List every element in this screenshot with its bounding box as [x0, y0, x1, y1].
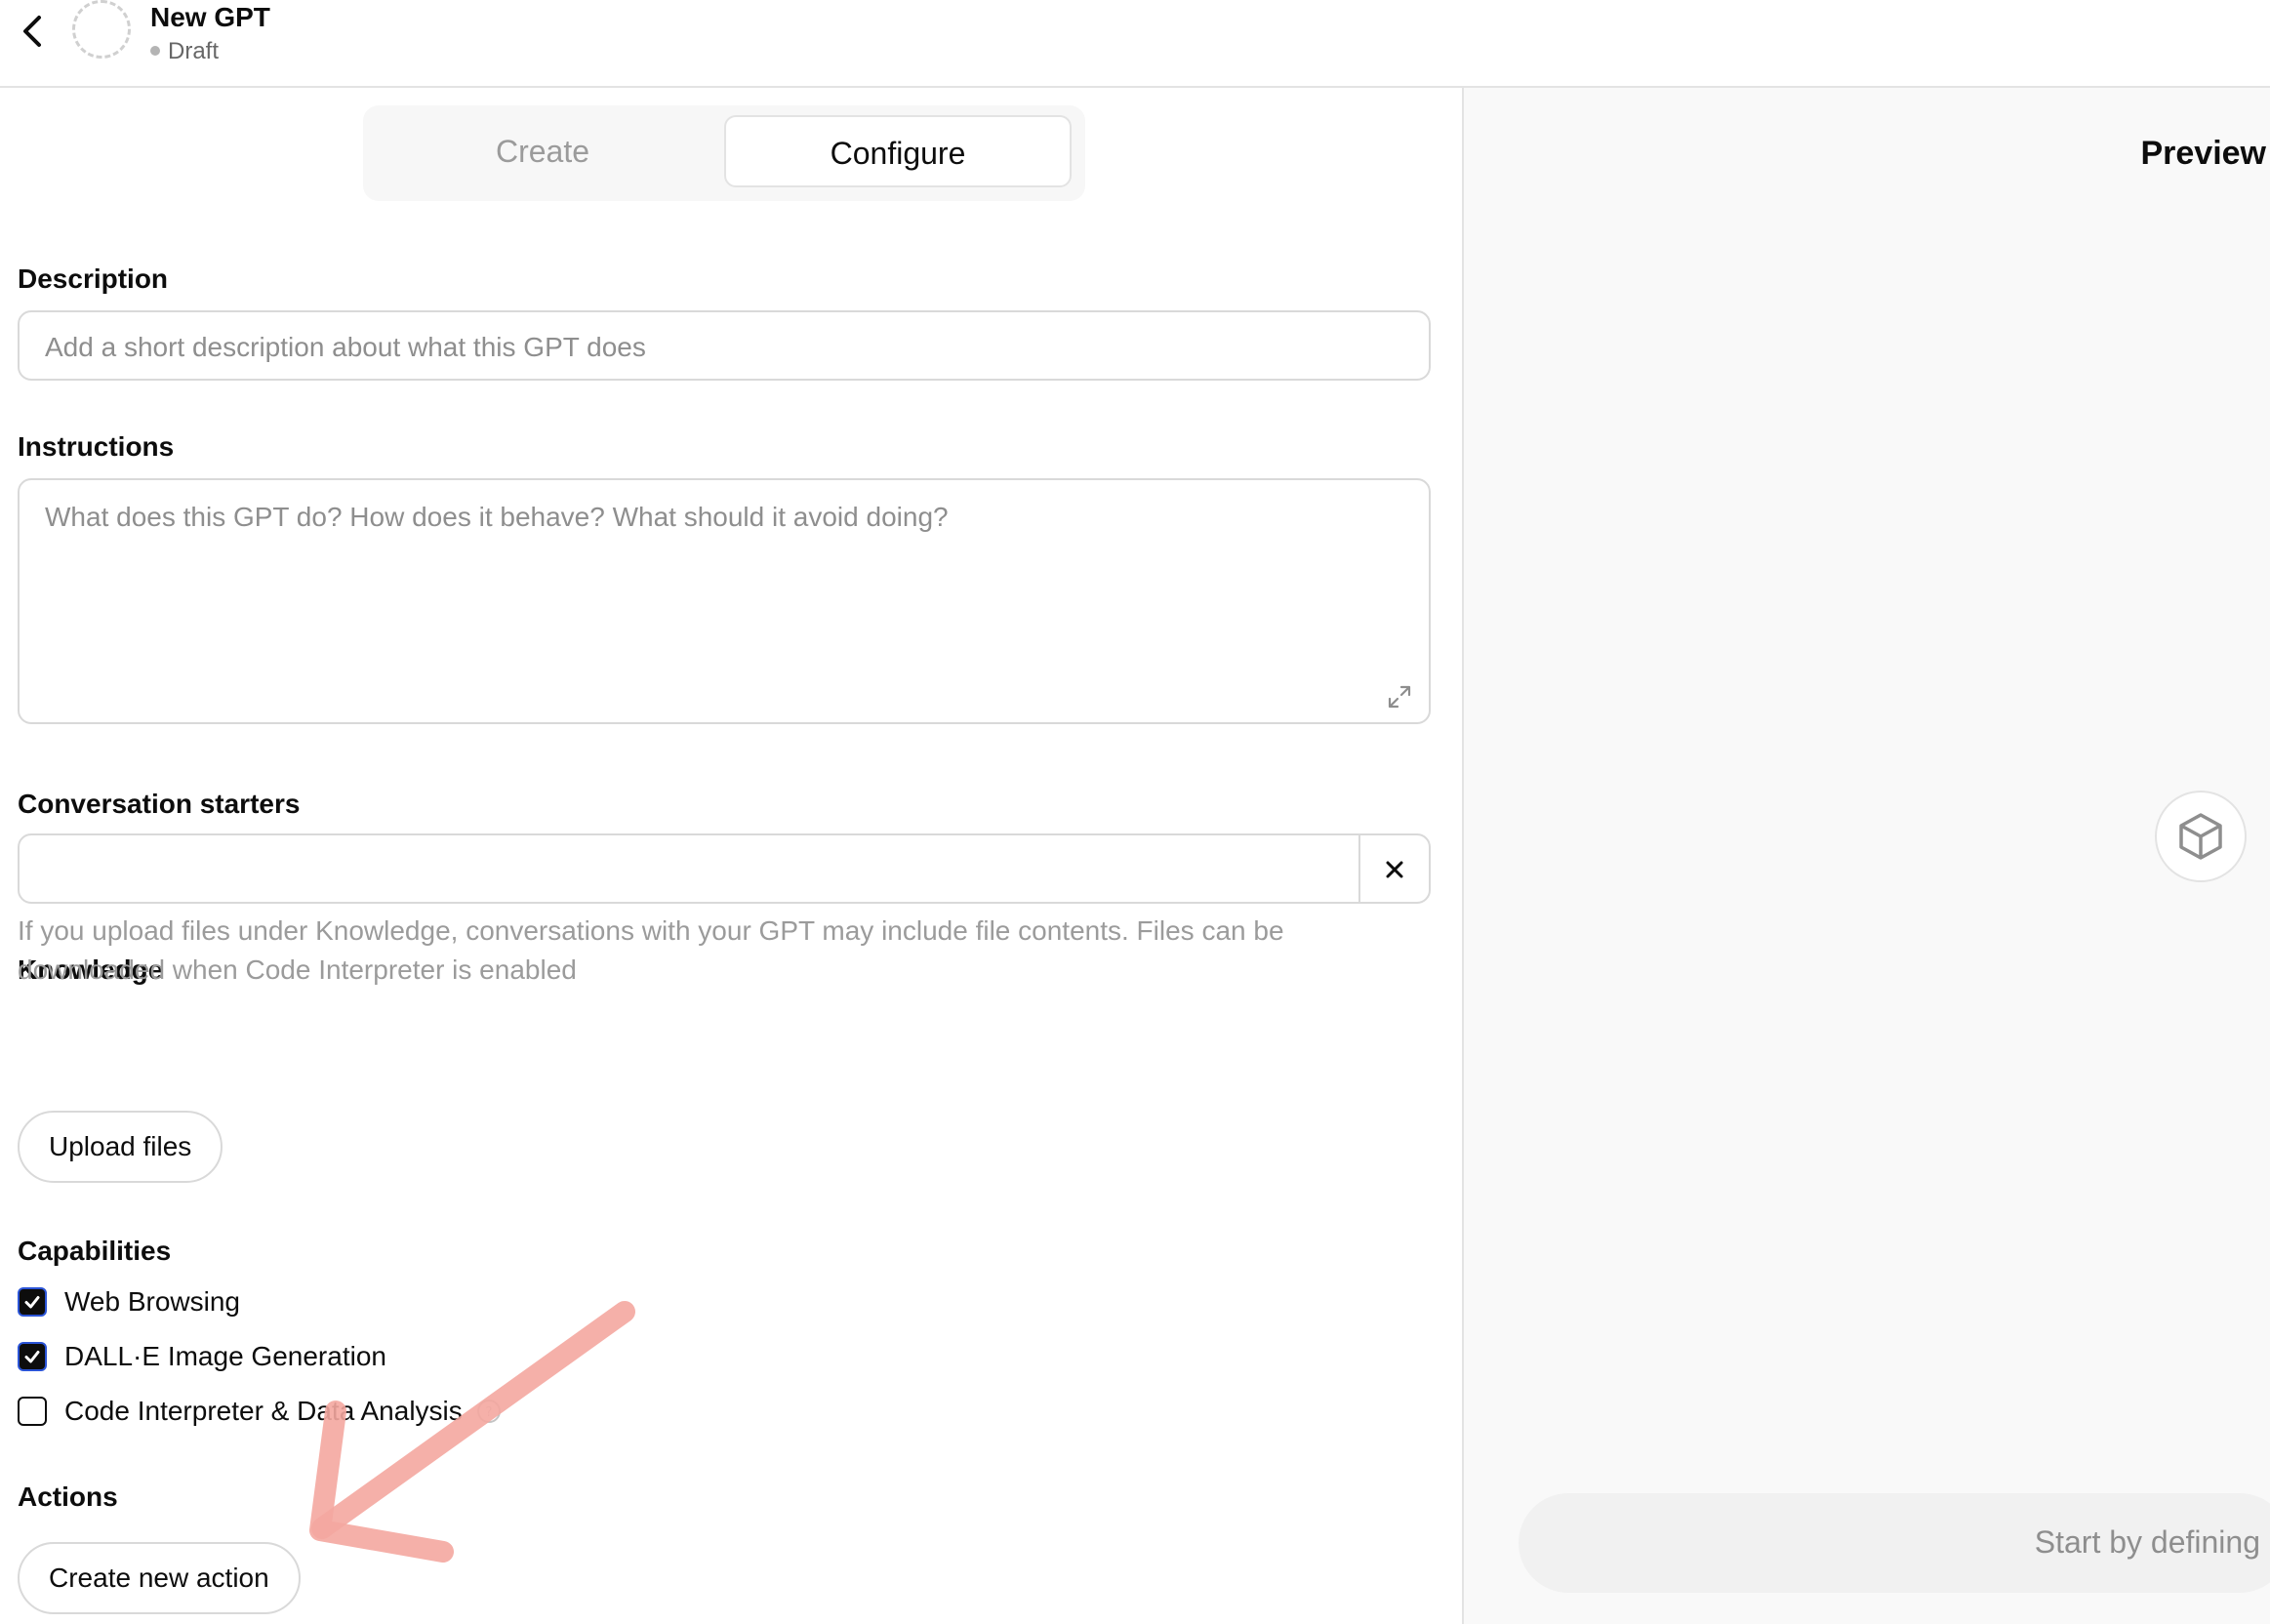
- code-interpreter-checkbox[interactable]: [18, 1397, 47, 1426]
- instructions-placeholder: What does this GPT do? How does it behav…: [45, 502, 949, 532]
- checkmark-icon: [24, 1296, 40, 1309]
- web-browsing-label[interactable]: Web Browsing: [64, 1286, 240, 1318]
- actions-label: Actions: [18, 1482, 118, 1512]
- instructions-textarea[interactable]: What does this GPT do? How does it behav…: [18, 478, 1431, 724]
- gpt-status: Draft: [150, 37, 219, 66]
- dalle-checkbox[interactable]: [18, 1342, 47, 1371]
- capability-code-interpreter: Code Interpreter & Data Analysis ?: [18, 1392, 502, 1431]
- gpt-avatar-placeholder[interactable]: [72, 0, 131, 59]
- preview-message-composer[interactable]: Start by defining: [1519, 1493, 2270, 1593]
- knowledge-helper-text: If you upload files under Knowledge, con…: [18, 915, 1284, 985]
- dalle-label[interactable]: DALL·E Image Generation: [64, 1341, 386, 1372]
- description-input[interactable]: Add a short description about what this …: [18, 310, 1431, 381]
- description-placeholder: Add a short description about what this …: [45, 332, 646, 362]
- status-text: Draft: [168, 38, 220, 64]
- capability-dalle: DALL·E Image Generation: [18, 1337, 386, 1376]
- web-browsing-checkbox[interactable]: [18, 1287, 47, 1317]
- tab-create[interactable]: Create: [369, 115, 716, 187]
- cube-icon: [2179, 813, 2222, 860]
- svg-text:?: ?: [485, 1405, 492, 1420]
- create-new-action-button[interactable]: Create new action: [18, 1542, 301, 1614]
- code-interpreter-label[interactable]: Code Interpreter & Data Analysis: [64, 1396, 463, 1427]
- upload-files-button[interactable]: Upload files: [18, 1111, 223, 1183]
- capability-web-browsing: Web Browsing: [18, 1282, 240, 1321]
- tab-configure[interactable]: Configure: [724, 115, 1072, 187]
- expand-icon[interactable]: [1386, 683, 1413, 710]
- capabilities-label: Capabilities: [18, 1236, 172, 1266]
- conversation-starter-input[interactable]: [18, 833, 1431, 904]
- back-button[interactable]: [14, 10, 49, 53]
- close-icon: [1386, 861, 1403, 878]
- status-dot-icon: [150, 45, 160, 56]
- conversation-starters-label: Conversation starters: [18, 789, 301, 819]
- description-label: Description: [18, 264, 169, 294]
- gpt-name: New GPT: [150, 2, 270, 32]
- checkmark-icon: [24, 1351, 40, 1363]
- top-header: New GPT Draft: [0, 0, 2270, 88]
- preview-panel: Preview Start by defining: [1464, 88, 2270, 1624]
- preview-title: Preview: [2140, 135, 2266, 172]
- composer-placeholder: Start by defining: [2034, 1524, 2260, 1560]
- gpt-placeholder-avatar: [2155, 791, 2247, 882]
- info-icon[interactable]: ?: [476, 1399, 502, 1424]
- instructions-label: Instructions: [18, 431, 175, 462]
- remove-starter-button[interactable]: [1358, 835, 1429, 904]
- mode-tabs: Create Configure: [363, 105, 1085, 201]
- back-chevron-icon: [23, 16, 41, 47]
